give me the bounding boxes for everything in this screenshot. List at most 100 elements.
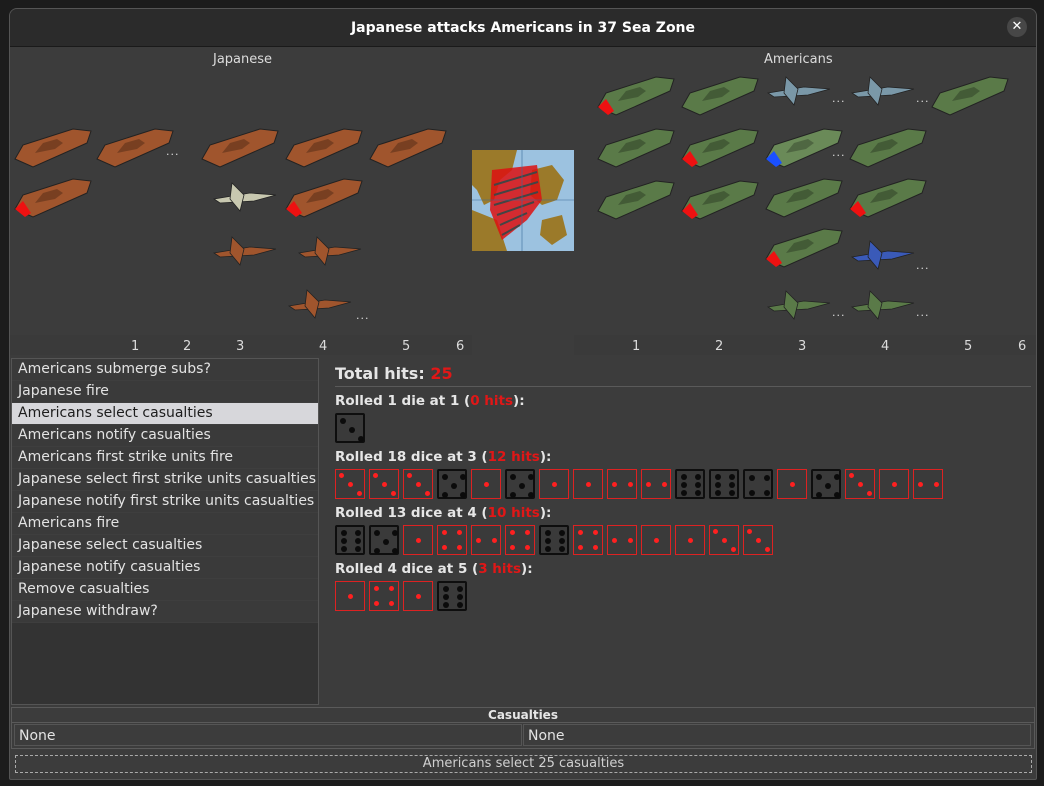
die-pip — [525, 530, 530, 535]
die-pip — [492, 538, 497, 543]
die-pip — [442, 474, 448, 480]
roll-suffix: ): — [539, 449, 552, 465]
die-pip — [374, 548, 380, 554]
die-miss — [369, 525, 399, 555]
unit-icon — [200, 121, 280, 175]
unit-icon — [764, 285, 834, 329]
more-units-ellipsis: ... — [832, 306, 846, 319]
total-hits-value: 25 — [430, 364, 453, 383]
die-pip — [628, 538, 633, 543]
die-pip — [510, 492, 516, 498]
roll-suffix: ): — [513, 393, 525, 409]
step-item[interactable]: Japanese notify first strike units casua… — [12, 491, 318, 513]
die-pip — [695, 490, 701, 496]
die-hit — [913, 469, 943, 499]
die-pip — [348, 482, 353, 487]
die-pip — [729, 474, 735, 480]
roll-prefix: Rolled 4 dice at 5 ( — [335, 561, 479, 577]
jp-col-3: 3 — [236, 339, 245, 354]
die-pip — [892, 482, 897, 487]
step-item[interactable]: Japanese select first strike units casua… — [12, 469, 318, 491]
unit-icon — [848, 171, 928, 225]
step-item[interactable]: Americans submerge subs? — [12, 359, 318, 381]
die-pip — [443, 594, 449, 600]
roll-prefix: Rolled 18 dice at 3 ( — [335, 449, 488, 465]
die-pip — [764, 490, 770, 496]
title-bar: Japanese attacks Americans in 37 Sea Zon… — [10, 9, 1036, 47]
window-title: Japanese attacks Americans in 37 Sea Zon… — [350, 19, 696, 36]
action-status-button[interactable]: Americans select 25 casualties — [15, 755, 1032, 773]
die-pip — [457, 530, 462, 535]
die-pip — [790, 482, 795, 487]
roll-prefix: Rolled 1 die at 1 ( — [335, 393, 471, 409]
us-col-2: 2 — [715, 339, 724, 354]
die-pip — [528, 474, 534, 480]
close-button[interactable]: ✕ — [1007, 17, 1027, 37]
step-item-selected[interactable]: Americans select casualties — [12, 403, 318, 425]
us-col-1: 1 — [632, 339, 641, 354]
die-pip — [355, 530, 361, 536]
die-pip — [816, 492, 822, 498]
step-item[interactable]: Japanese notify casualties — [12, 557, 318, 579]
total-hits-label: Total hits: — [335, 364, 425, 383]
die-hit — [573, 469, 603, 499]
die-pip — [374, 530, 380, 536]
unit-icon — [848, 235, 918, 279]
die-pip — [593, 530, 598, 535]
roll-summary: Rolled 1 die at 1 (0 hits): — [335, 393, 1031, 411]
step-item[interactable]: Americans first strike units fire — [12, 447, 318, 469]
die-pip — [713, 529, 718, 534]
step-item[interactable]: Remove casualties — [12, 579, 318, 601]
die-pip — [695, 482, 701, 488]
die-hit — [573, 525, 603, 555]
step-item[interactable]: Japanese select casualties — [12, 535, 318, 557]
die-pip — [340, 418, 346, 424]
die-pip — [476, 538, 481, 543]
die-hit — [607, 525, 637, 555]
step-item[interactable]: Americans notify casualties — [12, 425, 318, 447]
roll-hits: 3 hits — [478, 561, 522, 577]
die-pip — [525, 545, 530, 550]
unit-icon — [848, 121, 928, 175]
die-pip — [612, 538, 617, 543]
die-miss — [437, 469, 467, 499]
roll-hits: 12 hits — [487, 449, 540, 465]
die-hit — [743, 525, 773, 555]
unit-icon — [13, 171, 93, 225]
die-hit — [471, 469, 501, 499]
roll-summary: Rolled 13 dice at 4 (10 hits): — [335, 505, 1031, 523]
unit-icon — [368, 121, 448, 175]
die-pip — [341, 530, 347, 536]
japanese-label: Japanese — [213, 52, 273, 67]
step-item[interactable]: Japanese fire — [12, 381, 318, 403]
die-pip — [443, 602, 449, 608]
die-pip — [457, 594, 463, 600]
unit-icon — [13, 121, 93, 175]
die-hit — [403, 469, 433, 499]
die-pip — [348, 594, 353, 599]
die-miss — [505, 469, 535, 499]
roll-groups: Rolled 1 die at 1 (0 hits): Rolled 18 dic… — [335, 393, 1031, 611]
die-pip — [392, 548, 398, 554]
die-pip — [729, 482, 735, 488]
die-hit — [845, 469, 875, 499]
unit-icon — [295, 231, 365, 275]
step-item[interactable]: Americans fire — [12, 513, 318, 535]
die-hit — [607, 469, 637, 499]
battle-steps-list[interactable]: Americans submerge subs? Japanese fire A… — [11, 358, 319, 705]
dice-row — [335, 581, 1031, 611]
die-pip — [662, 482, 667, 487]
die-pip — [747, 529, 752, 534]
die-hit — [369, 469, 399, 499]
unit-icon — [680, 69, 760, 123]
more-units-ellipsis: ... — [166, 145, 180, 158]
more-units-ellipsis: ... — [832, 92, 846, 105]
die-pip — [484, 482, 489, 487]
roll-suffix: ): — [521, 561, 533, 577]
step-item[interactable]: Japanese withdraw? — [12, 601, 318, 623]
die-pip — [510, 474, 516, 480]
die-pip — [442, 530, 447, 535]
die-hit — [641, 469, 671, 499]
die-pip — [357, 491, 362, 496]
die-pip — [825, 483, 831, 489]
